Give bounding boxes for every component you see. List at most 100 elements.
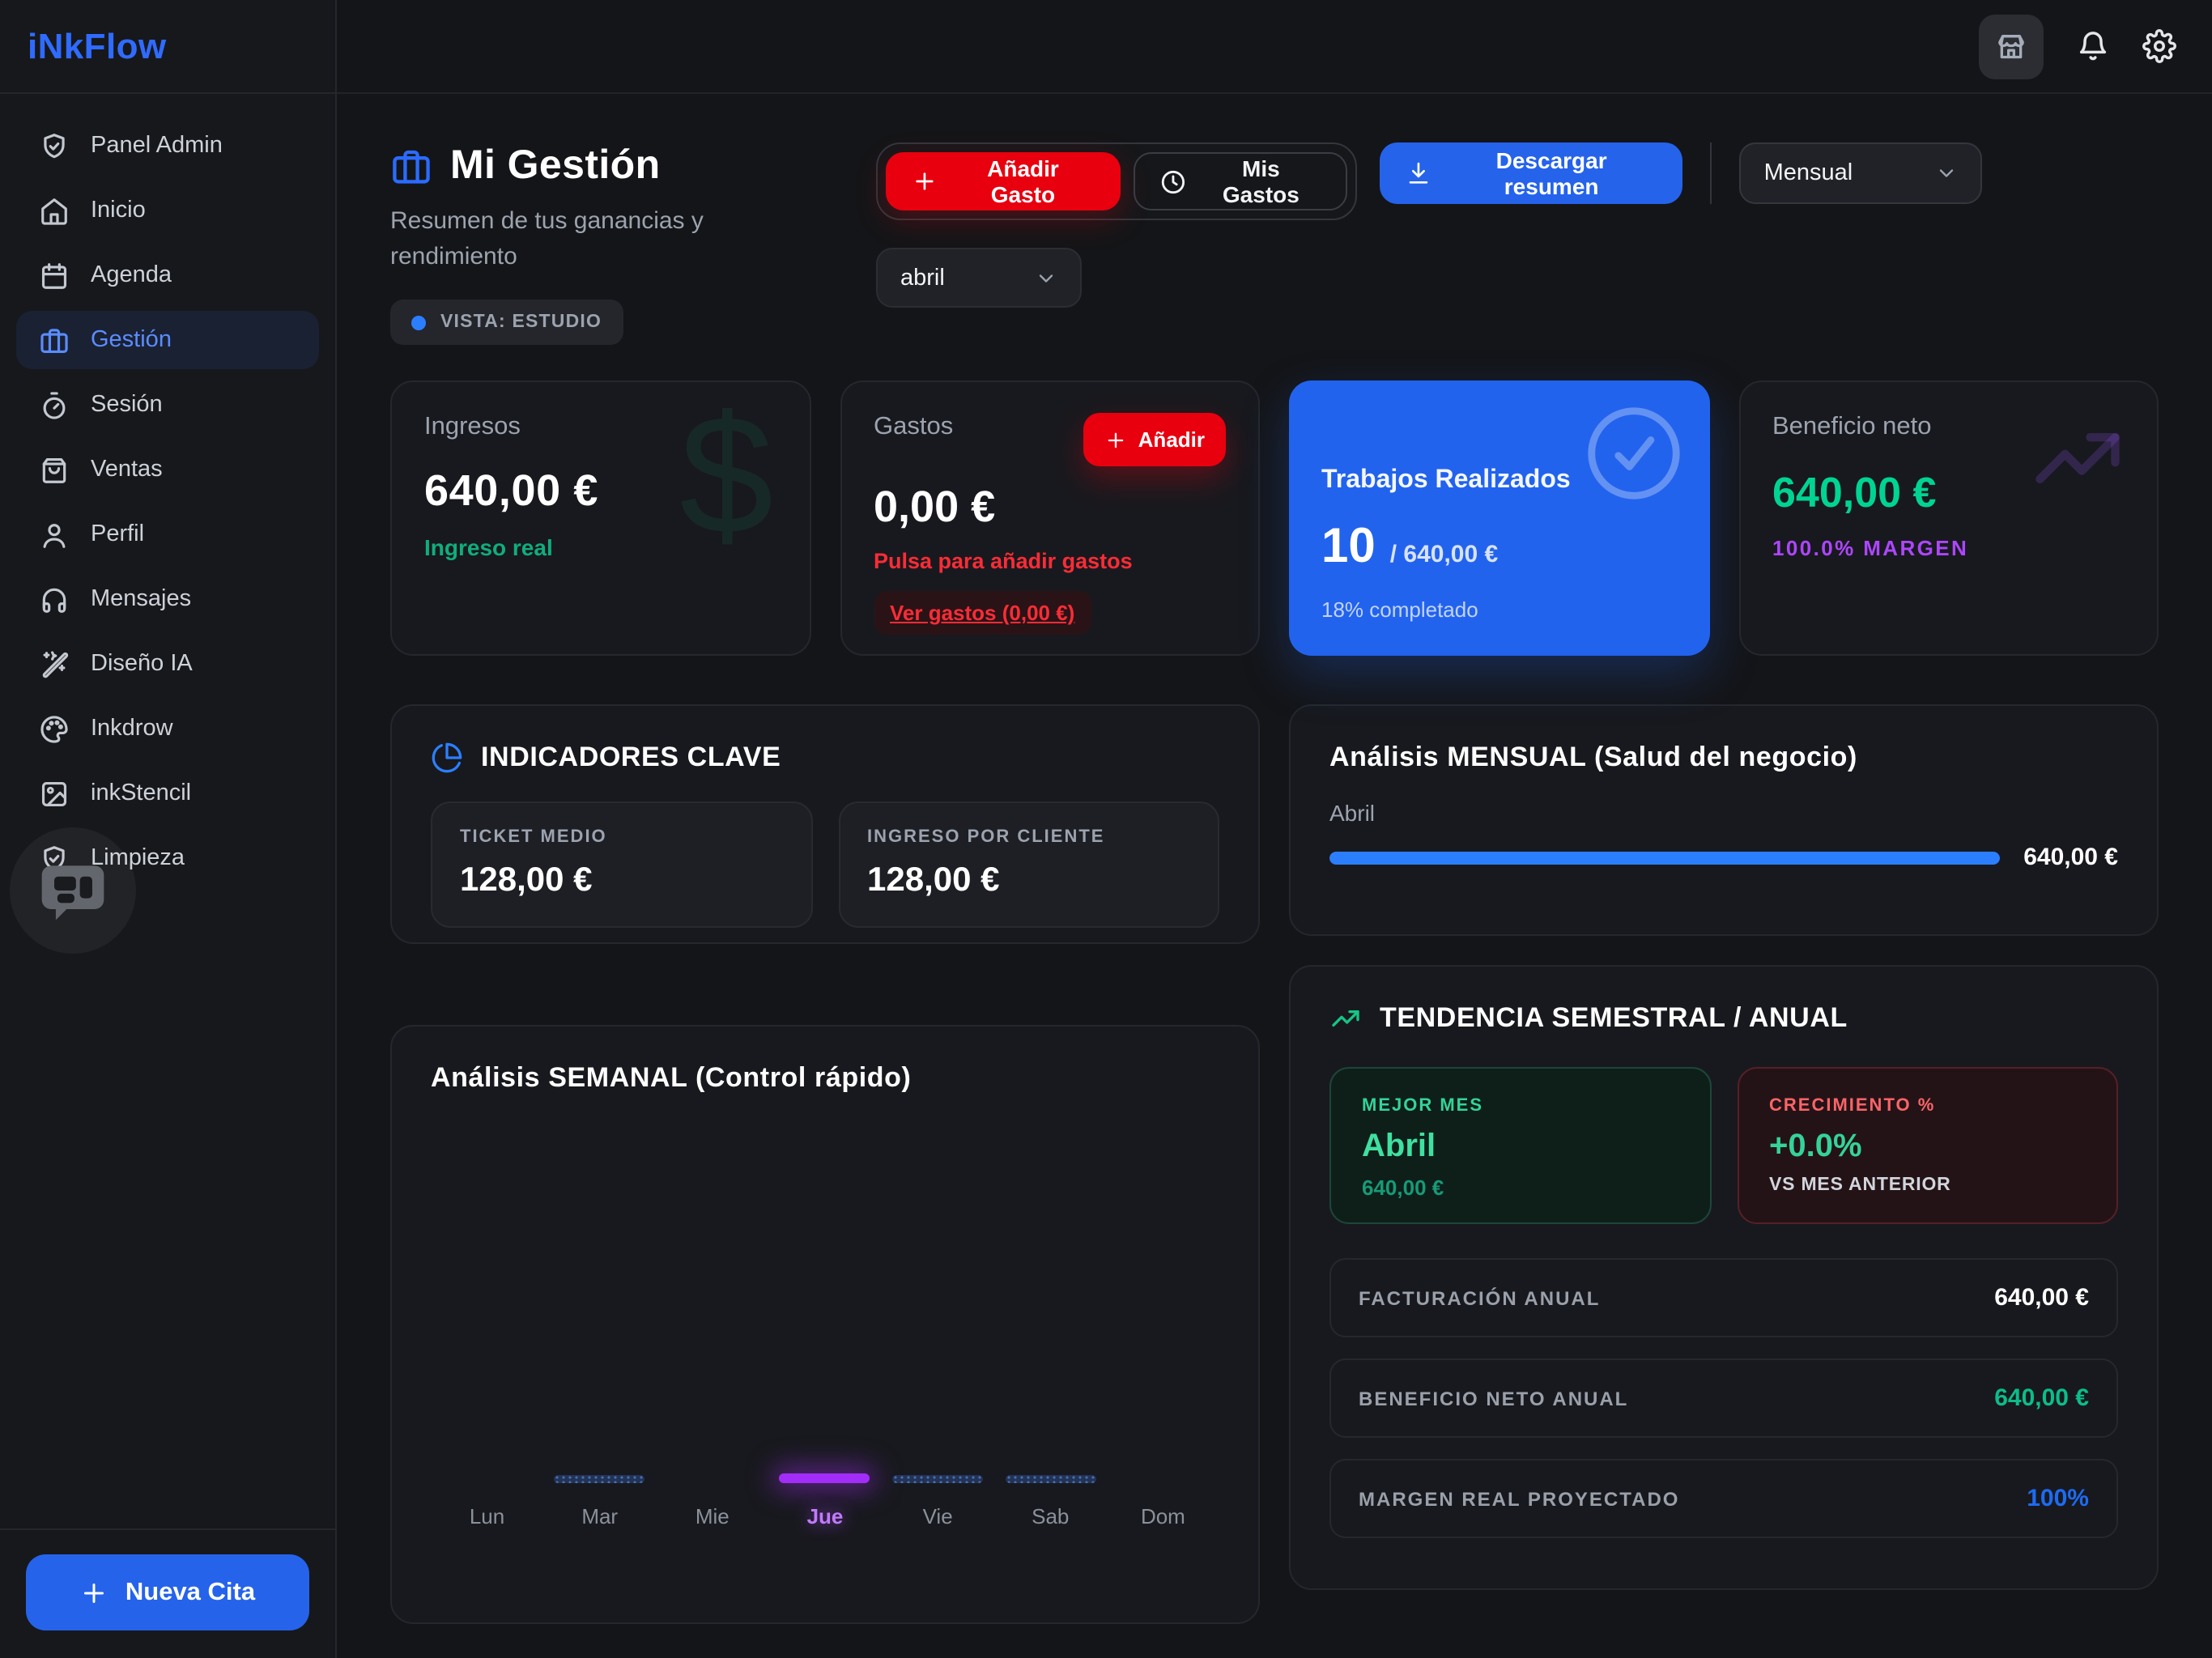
week-bar xyxy=(1005,1475,1095,1483)
sidebar-item-sesion[interactable]: Sesión xyxy=(16,376,319,434)
facturacion-anual-row: FACTURACIÓN ANUAL 640,00 € xyxy=(1329,1258,2118,1337)
analisis-semanal-panel: Análisis SEMANAL (Control rápido) Lun Mar… xyxy=(390,1025,1260,1624)
beneficio-neto-anual-label: BENEFICIO NETO ANUAL xyxy=(1359,1387,1628,1409)
period-select-value: Mensual xyxy=(1764,160,1853,186)
store-icon xyxy=(1995,30,2027,62)
sidebar-item-panel-admin[interactable]: Panel Admin xyxy=(16,117,319,175)
beneficio-neto-anual-row: BENEFICIO NETO ANUAL 640,00 € xyxy=(1329,1358,2118,1438)
sidebar-item-ventas[interactable]: Ventas xyxy=(16,440,319,499)
month-select-value: abril xyxy=(900,265,945,291)
view-badge: VISTA: ESTUDIO xyxy=(390,300,623,345)
ticket-medio-card: TICKET MEDIO 128,00 € xyxy=(431,801,812,928)
analisis-semanal-title: Análisis SEMANAL (Control rápido) xyxy=(431,1062,1219,1095)
download-summary-label: Descargar resumen xyxy=(1446,147,1657,199)
page-subtitle: Resumen de tus ganancias y rendimiento xyxy=(390,204,795,275)
sidebar-item-inkdrow[interactable]: Inkdrow xyxy=(16,699,319,758)
facturacion-anual-label: FACTURACIÓN ANUAL xyxy=(1359,1286,1600,1309)
week-bar xyxy=(780,1473,870,1483)
indicadores-panel: INDICADORES CLAVE TICKET MEDIO 128,00 € … xyxy=(390,704,1260,944)
chevron-down-icon xyxy=(1035,266,1057,289)
sidebar-item-mensajes[interactable]: Mensajes xyxy=(16,570,319,628)
ver-gastos-link[interactable]: Ver gastos (0,00 €) xyxy=(874,591,1091,635)
chevron-down-icon xyxy=(1935,162,1958,185)
crecimiento-card: CRECIMIENTO % +0.0% VS MES ANTERIOR xyxy=(1737,1067,2118,1224)
beneficio-margin: 100.0% MARGEN xyxy=(1772,536,2125,560)
week-day-column: Jue xyxy=(768,1473,881,1528)
week-day-label: Mie xyxy=(696,1504,730,1528)
badge-dot xyxy=(411,315,426,329)
page-header-left: Mi Gestión Resumen de tus ganancias y re… xyxy=(390,142,876,345)
topbar xyxy=(337,0,2212,94)
sidebar-item-label: Ventas xyxy=(91,457,163,483)
new-appointment-button[interactable]: Nueva Cita xyxy=(26,1554,309,1630)
sidebar: iNkFlow Panel Admin Inicio Agenda Gestió… xyxy=(0,0,337,1658)
period-select[interactable]: Mensual xyxy=(1740,142,1982,204)
week-day-column: Lun xyxy=(431,1473,543,1528)
chat-bubble-icon xyxy=(36,853,110,928)
annual-stat-rows: FACTURACIÓN ANUAL 640,00 € BENEFICIO NET… xyxy=(1329,1258,2118,1538)
notifications-button[interactable] xyxy=(2076,29,2110,63)
headphones-icon xyxy=(39,584,70,614)
check-circle-icon xyxy=(1580,400,1687,507)
calendar-icon xyxy=(39,260,70,291)
header-actions: Añadir Gasto Mis Gastos abril xyxy=(876,142,2159,308)
header-divider xyxy=(1711,142,1712,204)
gastos-card[interactable]: Gastos Añadir 0,00 € Pulsa para añadir g… xyxy=(840,380,1260,656)
sidebar-item-gestion[interactable]: Gestión xyxy=(16,311,319,369)
sidebar-item-agenda[interactable]: Agenda xyxy=(16,246,319,304)
gastos-hint: Pulsa para añadir gastos xyxy=(874,549,1226,573)
studio-view-button[interactable] xyxy=(1979,14,2044,79)
shopping-bag-icon xyxy=(39,454,70,485)
indicadores-title: INDICADORES CLAVE xyxy=(481,742,781,774)
mejor-mes-label: MEJOR MES xyxy=(1362,1096,1678,1116)
margen-proyectado-row: MARGEN REAL PROYECTADO 100% xyxy=(1329,1459,2118,1538)
briefcase-icon xyxy=(39,325,70,355)
chat-launcher[interactable] xyxy=(10,827,136,954)
trabajos-progress: 18% completado xyxy=(1321,597,1677,622)
crecimiento-label: CRECIMIENTO % xyxy=(1769,1096,2086,1116)
page-title: Mi Gestión xyxy=(450,142,661,189)
settings-button[interactable] xyxy=(2142,29,2176,63)
download-summary-button[interactable]: Descargar resumen xyxy=(1380,142,1683,204)
page-content: Mi Gestión Resumen de tus ganancias y re… xyxy=(337,94,2212,1624)
summary-cards: $ Ingresos 640,00 € Ingreso real Gastos … xyxy=(390,380,2159,656)
pie-chart-icon xyxy=(431,742,463,774)
plus-icon xyxy=(1104,428,1127,451)
timer-icon xyxy=(39,389,70,420)
sidebar-item-inicio[interactable]: Inicio xyxy=(16,181,319,240)
sidebar-item-label: Sesión xyxy=(91,392,163,418)
app-logo: iNkFlow xyxy=(28,25,167,67)
week-day-column: Sab xyxy=(994,1473,1107,1528)
sidebar-item-label: Gestión xyxy=(91,327,172,353)
sidebar-footer: Nueva Cita xyxy=(0,1528,335,1658)
trending-up-icon xyxy=(1329,1002,1362,1035)
tendencia-panel: TENDENCIA SEMESTRAL / ANUAL MEJOR MES Ab… xyxy=(1289,965,2159,1590)
week-day-label: Lun xyxy=(470,1504,504,1528)
add-expense-button[interactable]: Añadir Gasto xyxy=(886,152,1120,210)
analisis-mensual-panel: Análisis MENSUAL (Salud del negocio) Abr… xyxy=(1289,704,2159,936)
right-column: Análisis MENSUAL (Salud del negocio) Abr… xyxy=(1289,704,2159,1590)
mejor-mes-value: Abril xyxy=(1362,1129,1678,1166)
image-icon xyxy=(39,778,70,809)
add-gasto-button[interactable]: Añadir xyxy=(1083,413,1226,466)
mejor-mes-card: MEJOR MES Abril 640,00 € xyxy=(1329,1067,1711,1224)
my-expenses-button[interactable]: Mis Gastos xyxy=(1133,152,1347,210)
sidebar-item-inkstencil[interactable]: inkStencil xyxy=(16,764,319,823)
mensual-progress-track xyxy=(1329,851,1999,864)
sidebar-item-diseno-ia[interactable]: Diseño IA xyxy=(16,635,319,693)
month-select[interactable]: abril xyxy=(876,248,1082,308)
week-day-column: Mar xyxy=(543,1473,656,1528)
left-column: INDICADORES CLAVE TICKET MEDIO 128,00 € … xyxy=(390,704,1260,1624)
analisis-mensual-title: Análisis MENSUAL (Salud del negocio) xyxy=(1329,742,2118,774)
crecimiento-value: +0.0% xyxy=(1769,1129,2086,1166)
app-window: iNkFlow Panel Admin Inicio Agenda Gestió… xyxy=(0,0,2212,1658)
ingresos-card: $ Ingresos 640,00 € Ingreso real xyxy=(390,380,810,656)
bell-icon xyxy=(2076,29,2110,63)
beneficio-neto-anual-value: 640,00 € xyxy=(1994,1384,2089,1412)
mejor-mes-amount: 640,00 € xyxy=(1362,1175,1678,1200)
ingreso-cliente-card: INGRESO POR CLIENTE 128,00 € xyxy=(838,801,1219,928)
facturacion-anual-value: 640,00 € xyxy=(1994,1284,2089,1312)
mensual-month-label: Abril xyxy=(1329,800,2118,826)
settings-icon xyxy=(2142,29,2176,63)
sidebar-item-perfil[interactable]: Perfil xyxy=(16,505,319,563)
